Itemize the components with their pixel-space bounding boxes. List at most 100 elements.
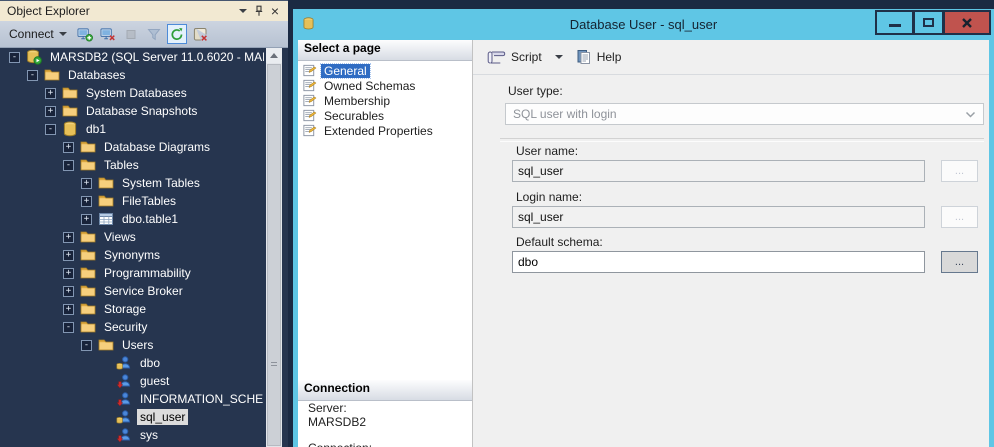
collapse-icon[interactable]: - <box>63 322 74 333</box>
tree-item[interactable]: - db1 <box>0 120 264 138</box>
tree-item[interactable]: + Synonyms <box>0 246 264 264</box>
tree-item-label[interactable]: guest <box>137 373 172 389</box>
tree-item-label[interactable]: dbo.table1 <box>119 211 181 227</box>
connect-database-icon[interactable] <box>75 24 95 44</box>
script-button[interactable]: Script <box>483 47 546 68</box>
tree-item[interactable]: + Service Broker <box>0 282 264 300</box>
tree-item-label[interactable]: sql_user <box>137 409 188 425</box>
script-label: Script <box>511 50 542 64</box>
tree-item[interactable]: dbo <box>0 354 264 372</box>
collapse-icon[interactable]: - <box>63 160 74 171</box>
scroll-up-icon[interactable] <box>266 48 282 63</box>
tree-item[interactable]: + FileTables <box>0 192 264 210</box>
page-item-label[interactable]: Membership <box>321 94 393 108</box>
tree-item-label[interactable]: Database Diagrams <box>101 139 213 155</box>
default-schema-input[interactable] <box>512 251 925 273</box>
tree-item-label[interactable]: Synonyms <box>101 247 163 263</box>
tree-item-label[interactable]: Tables <box>101 157 142 173</box>
folder-icon <box>80 247 96 263</box>
window-position-icon[interactable] <box>235 3 251 19</box>
scrollbar-thumb[interactable] <box>267 64 281 446</box>
page-item-securables[interactable]: Securables <box>298 108 472 123</box>
tree-item-label[interactable]: Security <box>101 319 150 335</box>
close-icon[interactable]: × <box>267 3 283 19</box>
tree-item-label[interactable]: Database Snapshots <box>83 103 200 119</box>
collapse-icon[interactable]: - <box>81 340 92 351</box>
tree-item[interactable]: + System Tables <box>0 174 264 192</box>
user-db-icon <box>116 409 132 425</box>
tree-item-label[interactable]: sys <box>137 427 161 443</box>
connect-button[interactable]: Connect <box>5 25 73 43</box>
tree-item[interactable]: - Tables <box>0 156 264 174</box>
collapse-icon[interactable]: - <box>27 70 38 81</box>
expand-icon[interactable]: + <box>63 268 74 279</box>
tree-item[interactable]: + Views <box>0 228 264 246</box>
user-type-select: SQL user with login <box>505 103 984 125</box>
stop-script-icon[interactable] <box>190 24 210 44</box>
expand-icon[interactable]: + <box>81 196 92 207</box>
script-dropdown-button[interactable] <box>551 55 567 59</box>
tree-item[interactable]: + Database Snapshots <box>0 102 264 120</box>
collapse-icon[interactable]: - <box>9 52 20 63</box>
tree-item[interactable]: + Storage <box>0 300 264 318</box>
pin-icon[interactable] <box>251 3 267 19</box>
expand-icon[interactable]: + <box>63 250 74 261</box>
tree-item-label[interactable]: Storage <box>101 301 149 317</box>
server-icon <box>26 49 42 65</box>
expand-icon[interactable]: + <box>45 88 56 99</box>
user-db-icon <box>116 355 132 371</box>
tree-item[interactable]: sys <box>0 426 264 444</box>
tree-item[interactable]: - MARSDB2 (SQL Server 11.0.6020 - MARSD <box>0 48 264 66</box>
tree-item-label[interactable]: db1 <box>83 121 109 137</box>
help-button[interactable]: Help <box>572 46 626 68</box>
tree-item-label[interactable]: System Databases <box>83 85 190 101</box>
tree-item-label[interactable]: Users <box>119 337 156 353</box>
tree-item[interactable]: + Database Diagrams <box>0 138 264 156</box>
tree-item-label[interactable]: FileTables <box>119 193 179 209</box>
maximize-button[interactable] <box>913 10 943 35</box>
expand-icon[interactable]: + <box>45 106 56 117</box>
expand-icon[interactable]: + <box>63 286 74 297</box>
tree-item[interactable]: + Programmability <box>0 264 264 282</box>
tree-item[interactable]: - Databases <box>0 66 264 84</box>
tree-item-label[interactable]: Views <box>101 229 139 245</box>
tree-scrollbar[interactable] <box>266 48 282 447</box>
page-item-label[interactable]: Owned Schemas <box>321 79 418 93</box>
page-item-label[interactable]: Securables <box>321 109 387 123</box>
expand-icon[interactable]: + <box>81 214 92 225</box>
collapse-icon[interactable]: - <box>45 124 56 135</box>
page-item-label[interactable]: General <box>321 64 370 78</box>
close-button[interactable] <box>943 10 991 35</box>
disconnect-database-icon[interactable] <box>98 24 118 44</box>
expand-icon[interactable]: + <box>63 304 74 315</box>
page-item-general[interactable]: General <box>298 63 472 78</box>
tree-item[interactable]: + dbo.table1 <box>0 210 264 228</box>
tree-item-label[interactable]: Service Broker <box>101 283 186 299</box>
page-item-owned-schemas[interactable]: Owned Schemas <box>298 78 472 93</box>
help-icon <box>576 49 592 65</box>
tree-item[interactable]: guest <box>0 372 264 390</box>
tree-item-label[interactable]: System Tables <box>119 175 203 191</box>
default-schema-browse-button[interactable]: ... <box>941 251 978 273</box>
tree-item-label[interactable]: INFORMATION_SCHEMA <box>137 391 264 407</box>
tree-item[interactable]: + System Databases <box>0 84 264 102</box>
page-item-label[interactable]: Extended Properties <box>321 124 436 138</box>
tree-item[interactable]: INFORMATION_SCHEMA <box>0 390 264 408</box>
tree-item-label[interactable]: Databases <box>65 67 128 83</box>
minimize-icon <box>889 24 901 27</box>
expand-icon[interactable]: + <box>63 142 74 153</box>
refresh-icon[interactable] <box>167 24 187 44</box>
tree-item-label[interactable]: MARSDB2 (SQL Server 11.0.6020 - MARSD <box>47 49 264 65</box>
tree-item[interactable]: - Security <box>0 318 264 336</box>
expand-icon[interactable]: + <box>81 178 92 189</box>
tree-item[interactable]: - Users <box>0 336 264 354</box>
page-item-extended-properties[interactable]: Extended Properties <box>298 123 472 138</box>
tree-item[interactable]: sql_user <box>0 408 264 426</box>
minimize-button[interactable] <box>875 10 913 35</box>
user-name-input <box>512 160 925 182</box>
screen: Object Explorer × Connect -MARSDB2 (SQL … <box>0 0 994 447</box>
page-item-membership[interactable]: Membership <box>298 93 472 108</box>
tree-item-label[interactable]: Programmability <box>101 265 194 281</box>
expand-icon[interactable]: + <box>63 232 74 243</box>
tree-item-label[interactable]: dbo <box>137 355 163 371</box>
